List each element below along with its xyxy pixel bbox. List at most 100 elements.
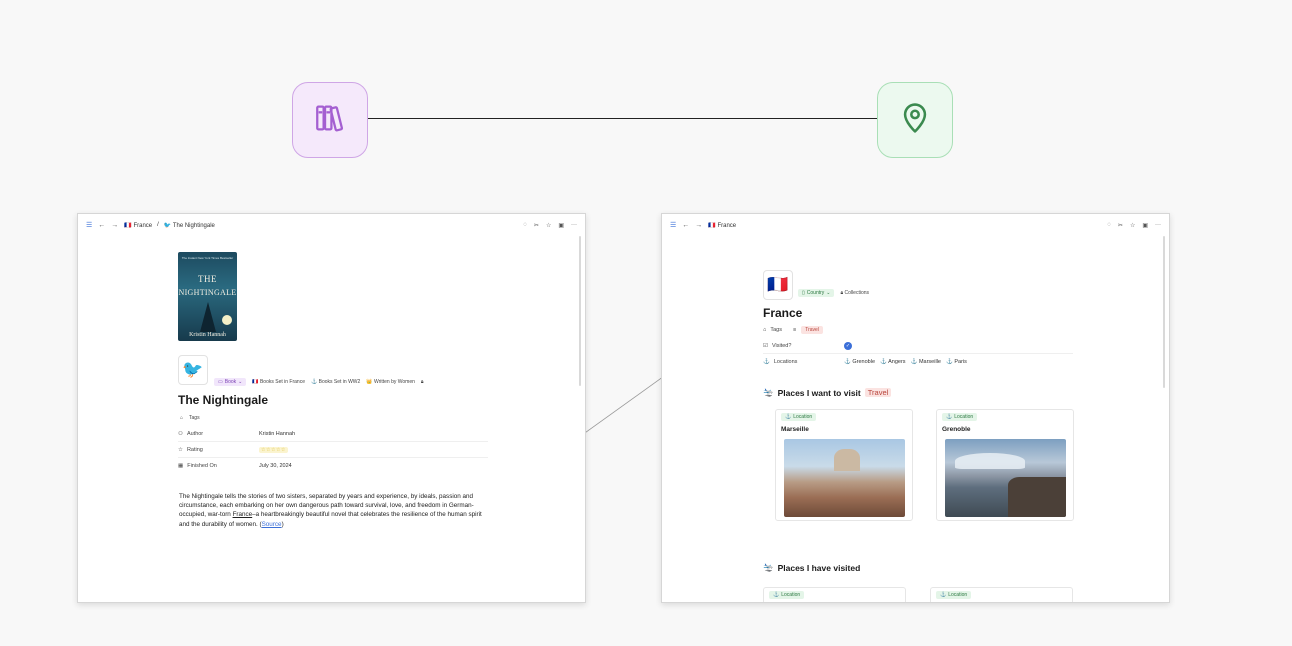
breadcrumb-item-france[interactable]: 🇫🇷 France (708, 222, 736, 229)
location-card-grenoble[interactable]: ⚓ Location Grenoble (936, 409, 1074, 521)
sync-icon[interactable]: ◌ (523, 222, 527, 228)
location-card-marseille[interactable]: ⚓ Location Marseille (775, 409, 913, 521)
anchor-icon: ⚓ (945, 359, 953, 365)
sidebar-toggle-icon[interactable]: ☰ (86, 221, 92, 229)
anchor-icon: ⚓ (773, 592, 780, 598)
page-emoji-icon[interactable]: 🇫🇷 (763, 270, 793, 300)
airplane-icon: 🛬 (763, 387, 774, 397)
scrollbar[interactable] (1163, 236, 1165, 388)
more-icon[interactable]: ··· (571, 222, 577, 228)
forward-arrow-icon[interactable]: → (111, 222, 118, 229)
book-page-window: ☰ ← → 🇫🇷 France / 🐦 The Nightingale ◌ ✂ … (77, 213, 586, 603)
location-name: Grenoble (852, 359, 876, 365)
description-text: ) (281, 520, 284, 528)
tags-property[interactable]: ⌂ Tags (180, 415, 200, 421)
checked-checkbox[interactable]: ✓ (844, 341, 852, 350)
titlebar: ☰ ← → 🇫🇷 France ◌ ✂ ☆ ▣ ··· (662, 214, 1169, 236)
tools-icon[interactable]: ✂ (1118, 222, 1123, 229)
panel-icon[interactable]: ▣ (558, 222, 564, 229)
france-link[interactable]: France (233, 511, 253, 518)
tags-label: Tags (189, 415, 200, 421)
property-key: Author (186, 430, 204, 437)
moon-shape (222, 315, 232, 325)
section-places-to-visit: 🛬 Places I want to visit Travel (763, 387, 892, 398)
property-key: Locations (773, 359, 798, 365)
books-icon-tile (292, 82, 368, 158)
flag-icon: 🇫🇷 (124, 222, 132, 229)
rating-stars[interactable]: ☆☆☆☆☆ (259, 446, 288, 453)
collection-label: Books Set in France (259, 379, 305, 385)
card-title: Marseille (781, 426, 809, 433)
type-label: Book (224, 379, 237, 385)
breadcrumb-item-nightingale[interactable]: 🐦 The Nightingale (164, 222, 215, 229)
forward-arrow-icon[interactable]: → (695, 222, 702, 229)
location-pill: ⚓ Location (942, 413, 978, 421)
property-row-locations[interactable]: ⚓ Locations ⚓ Grenoble ⚓ Angers ⚓ Marseil… (763, 354, 1073, 370)
section-tag[interactable]: Travel (864, 388, 892, 397)
travel-tag[interactable]: Travel (801, 326, 823, 334)
property-row-author[interactable]: ⚇ Author Kristin Hannah (178, 426, 488, 442)
page-emoji-icon[interactable]: 🐦 (178, 355, 208, 385)
source-link[interactable]: Source (262, 521, 282, 528)
section-title: Places I want to visit (777, 387, 861, 398)
snow-mountain-shape (955, 453, 1025, 469)
description-paragraph: The Nightingale tells the stories of two… (179, 492, 487, 529)
star-icon[interactable]: ☆ (546, 222, 551, 229)
map-pin-icon (898, 101, 932, 140)
property-row-tags[interactable]: ⌂ Tags ≡ Travel (763, 322, 1073, 338)
type-label: Country (806, 290, 825, 296)
scrollbar[interactable] (579, 236, 581, 386)
back-arrow-icon[interactable]: ← (98, 222, 105, 229)
list-icon: ≡ (793, 327, 797, 333)
hill-shape (834, 449, 860, 471)
property-key: Finished On (187, 463, 217, 469)
panel-icon[interactable]: ▣ (1142, 222, 1148, 229)
sync-icon[interactable]: ◌ (1107, 222, 1111, 228)
star-icon[interactable]: ☆ (1130, 222, 1135, 229)
card-title: Grenoble (942, 426, 971, 433)
location-chip[interactable]: ⚓ Grenoble (844, 359, 875, 365)
more-icon[interactable]: ··· (1155, 222, 1161, 228)
type-pill[interactable]: ▯ Country ⌄ (798, 289, 835, 297)
anchor-icon: ⚓ (940, 592, 947, 598)
collection-tags: ▭ Book ⌄ 🇫🇷 Books Set in France ⚓ Books … (214, 378, 424, 386)
collection-item[interactable]: 👑 Written by Women (366, 379, 415, 385)
calendar-icon: ▦ (178, 463, 184, 469)
tools-icon[interactable]: ✂ (534, 222, 539, 229)
anchor-icon: ⚓ (844, 359, 851, 365)
breadcrumb: 🇫🇷 France (708, 222, 736, 229)
location-chip[interactable]: ⚓ Marseille (911, 359, 941, 365)
location-card-stub[interactable]: ⚓ Location (763, 587, 906, 602)
breadcrumb-separator: / (157, 222, 159, 228)
pill-label: Location (948, 592, 968, 598)
flag-icon: 🇫🇷 (708, 222, 716, 229)
collection-item[interactable]: ⚓ Books Set in WW2 (311, 379, 360, 385)
property-row-rating[interactable]: ☆ Rating ☆☆☆☆☆ (178, 442, 488, 458)
location-card-stub[interactable]: ⚓ Location (930, 587, 1073, 602)
property-row-finished-on[interactable]: ▦ Finished On July 30, 2024 (178, 458, 488, 474)
lock-icon: 🔒︎ (840, 290, 844, 296)
books-icon (313, 101, 347, 140)
tag-icon: ⌂ (180, 415, 184, 421)
connector-line (368, 118, 878, 119)
star-icon: ☆ (178, 446, 183, 453)
location-chip[interactable]: ⚓ Paris (946, 359, 967, 365)
lock-icon[interactable]: 🔒︎ (421, 379, 424, 385)
collection-item[interactable]: 🇫🇷 Books Set in France (252, 379, 305, 385)
type-pill[interactable]: ▭ Book ⌄ (214, 378, 247, 386)
collections-button[interactable]: 🔒︎ Collections (840, 290, 869, 296)
sidebar-toggle-icon[interactable]: ☰ (670, 221, 676, 229)
chevron-down-icon: ⌄ (238, 379, 243, 385)
rock-shape (1008, 477, 1066, 517)
anchor-icon: ⚓ (880, 359, 887, 365)
titlebar: ☰ ← → 🇫🇷 France / 🐦 The Nightingale ◌ ✂ … (78, 214, 585, 236)
back-arrow-icon[interactable]: ← (682, 222, 689, 229)
property-row-visited[interactable]: ☑ Visited? ✓ (763, 338, 1073, 354)
location-name: Angers (888, 359, 906, 365)
location-name: Paris (954, 359, 967, 365)
bird-icon: 🐦 (163, 222, 172, 229)
location-chip[interactable]: ⚓ Angers (880, 359, 906, 365)
book-cover: The Instant New York Times Bestseller TH… (178, 252, 237, 341)
breadcrumb-item-france[interactable]: 🇫🇷 France (124, 222, 152, 229)
section-places-visited: 🛬 Places I have visited (763, 562, 860, 573)
